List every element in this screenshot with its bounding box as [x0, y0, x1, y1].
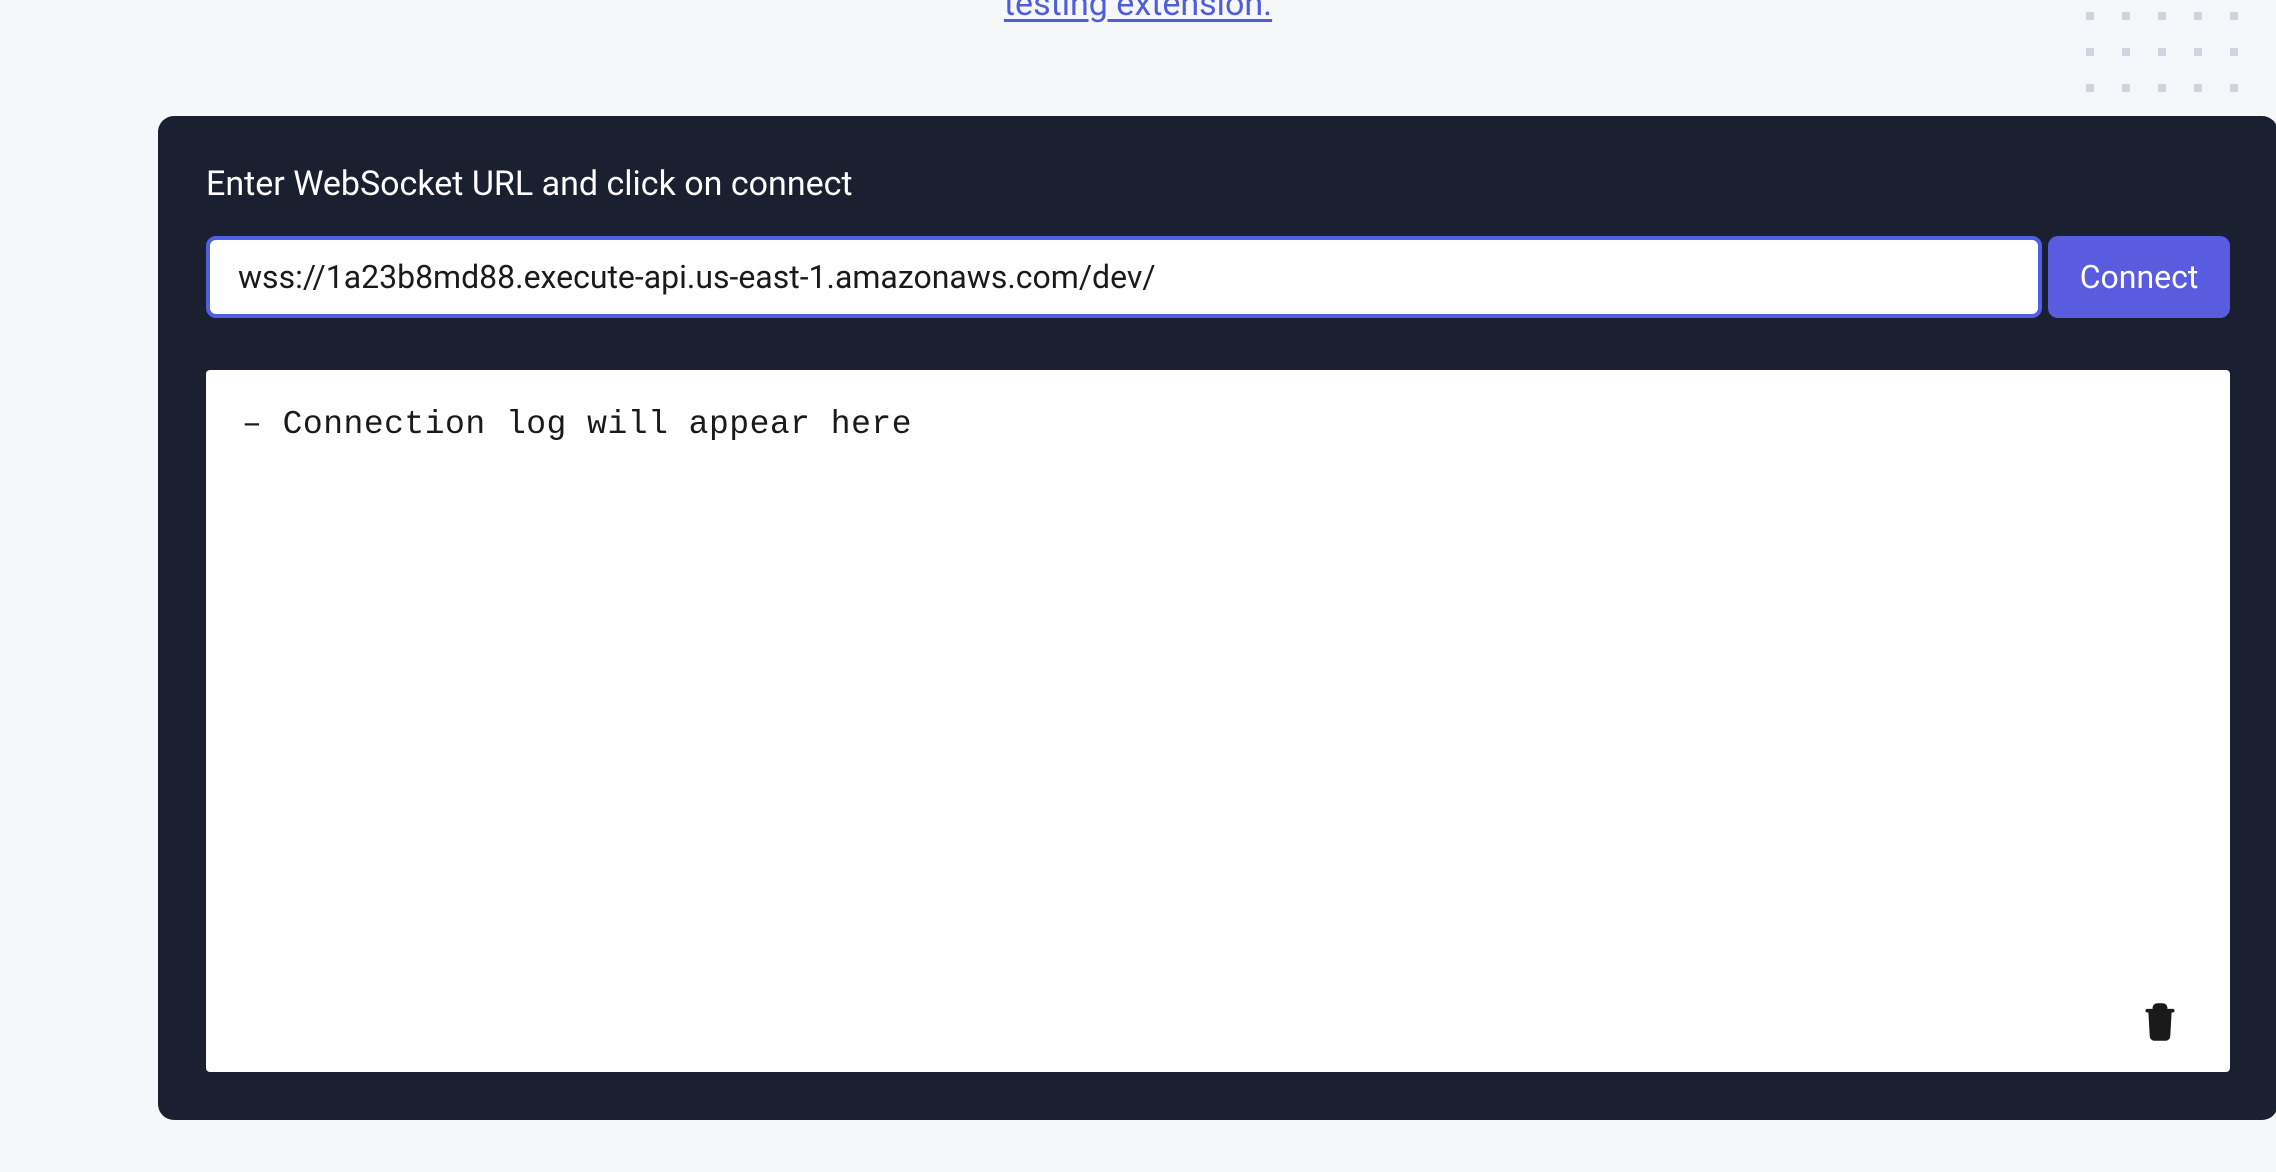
card-title: Enter WebSocket URL and click on connect: [206, 164, 2230, 204]
input-row: Connect: [206, 236, 2230, 318]
trash-icon: [2143, 1002, 2177, 1042]
decorative-dot-grid: [2086, 12, 2238, 92]
testing-extension-link[interactable]: testing extension.: [1004, 0, 1272, 24]
websocket-tester-card: Enter WebSocket URL and click on connect…: [158, 116, 2276, 1120]
clear-log-button[interactable]: [2140, 1000, 2180, 1044]
log-placeholder-text: – Connection log will appear here: [242, 406, 2194, 443]
connect-button[interactable]: Connect: [2048, 236, 2230, 318]
websocket-url-input[interactable]: [206, 236, 2042, 318]
connection-log-panel: – Connection log will appear here: [206, 370, 2230, 1072]
